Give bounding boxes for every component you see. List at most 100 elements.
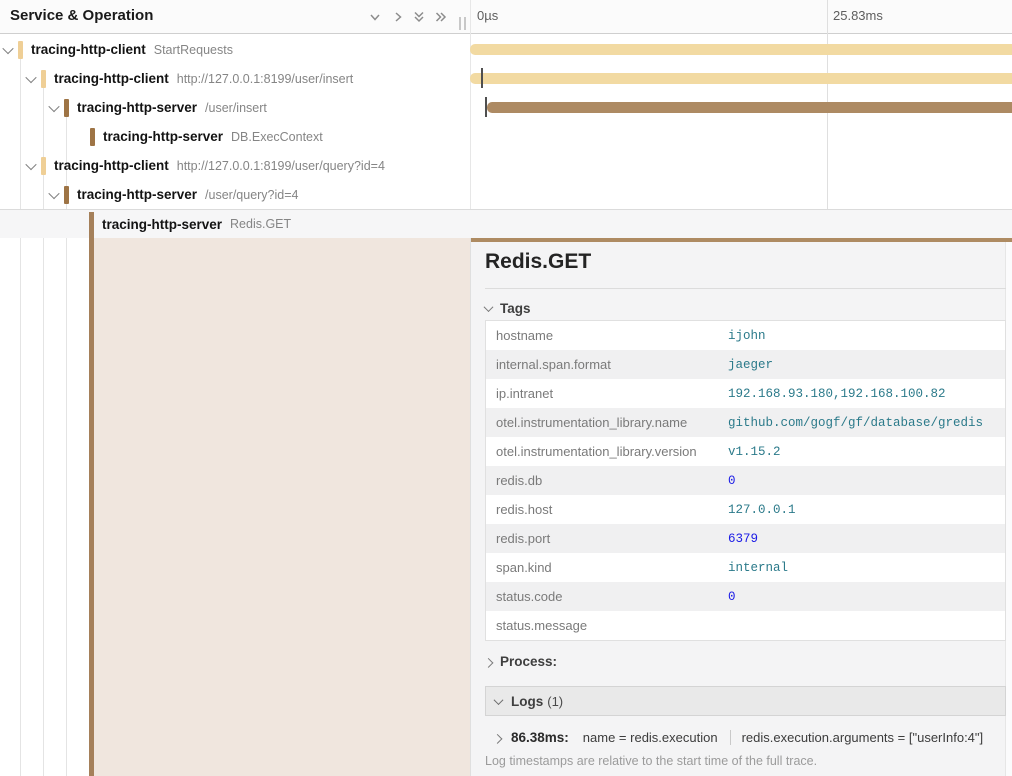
service-name: tracing-http-server (103, 129, 223, 144)
chevron-down-icon (494, 695, 504, 705)
span-row-db-execcontext[interactable]: tracing-http-server DB.ExecContext (0, 122, 1012, 151)
service-name: tracing-http-client (54, 158, 169, 173)
process-section-header[interactable]: Process: (485, 652, 557, 670)
tag-row: internal.span.format jaeger (486, 350, 1005, 379)
chevron-right-icon (484, 657, 494, 667)
tag-key: redis.port (486, 531, 728, 546)
chevron-down-icon[interactable] (27, 161, 35, 171)
span-bar (470, 73, 1012, 84)
tag-row: ip.intranet 192.168.93.180,192.168.100.8… (486, 379, 1005, 408)
operation-name: StartRequests (154, 43, 233, 57)
tag-row: hostname ijohn (486, 321, 1005, 350)
span-row-server-insert[interactable]: tracing-http-server /user/insert (0, 93, 1012, 122)
service-operation-title: Service & Operation (10, 7, 153, 24)
chevron-down-icon[interactable] (27, 74, 35, 84)
span-color-bar (41, 70, 46, 88)
ruler-tick-0: 0µs (477, 8, 498, 23)
operation-name: /user/insert (205, 101, 267, 115)
span-color-bar (64, 99, 69, 117)
tag-key: span.kind (486, 560, 728, 575)
logs-footnote: Log timestamps are relative to the start… (485, 754, 817, 768)
collapse-all-icon[interactable] (412, 10, 426, 24)
span-row-client-insert[interactable]: tracing-http-client http://127.0.0.1:819… (0, 64, 1012, 93)
span-tree-header: Service & Operation (0, 0, 470, 34)
tag-value: 192.168.93.180,192.168.100.82 (728, 387, 946, 401)
chevron-down-icon[interactable] (50, 103, 58, 113)
tag-key: internal.span.format (486, 357, 728, 372)
chevron-right-icon (493, 733, 503, 743)
service-name: tracing-http-server (77, 100, 197, 115)
tag-value: jaeger (728, 358, 773, 372)
tag-key: hostname (486, 328, 728, 343)
tag-key: status.code (486, 589, 728, 604)
tag-key: redis.db (486, 473, 728, 488)
tag-row: redis.host 127.0.0.1 (486, 495, 1005, 524)
span-detail-panel: Redis.GET Tags hostname ijohn internal.s… (470, 238, 1012, 776)
span-detail-title: Redis.GET (485, 250, 591, 274)
service-name: tracing-http-client (31, 42, 146, 57)
tag-row: span.kind internal (486, 553, 1005, 582)
span-row-client-query[interactable]: tracing-http-client http://127.0.0.1:819… (0, 151, 1012, 180)
tags-label: Tags (500, 301, 531, 316)
child-span-tick (481, 68, 483, 88)
collapse-one-icon[interactable] (368, 10, 382, 24)
process-label: Process: (500, 654, 557, 669)
span-bar (487, 102, 1012, 113)
tag-value: ijohn (728, 329, 766, 343)
service-name: tracing-http-server (77, 187, 197, 202)
expand-all-icon[interactable] (434, 10, 448, 24)
tag-row: redis.db 0 (486, 466, 1005, 495)
tag-value: 0 (728, 474, 736, 488)
span-color-bar (90, 128, 95, 146)
tag-key: ip.intranet (486, 386, 728, 401)
span-accent-bar (471, 238, 1012, 242)
tag-key: otel.instrumentation_library.version (486, 444, 728, 459)
tag-value: v1.15.2 (728, 445, 781, 459)
operation-name: http://127.0.0.1:8199/user/query?id=4 (177, 159, 385, 173)
tag-row: redis.port 6379 (486, 524, 1005, 553)
logs-section-header[interactable]: Logs (1) (485, 686, 1006, 716)
chevron-down-icon[interactable] (50, 190, 58, 200)
ruler-tick-1: 25.83ms (833, 8, 883, 23)
chevron-down-icon[interactable] (4, 45, 12, 55)
tag-value: 0 (728, 590, 736, 604)
timeline-ruler: 0µs 25.83ms (470, 0, 1012, 34)
span-row-startrequests[interactable]: tracing-http-client StartRequests (0, 35, 1012, 64)
service-name: tracing-http-client (54, 71, 169, 86)
tags-section-header[interactable]: Tags (485, 299, 531, 317)
tag-key: redis.host (486, 502, 728, 517)
tag-row: status.message (486, 611, 1005, 640)
span-color-bar (64, 186, 69, 204)
logs-label: Logs (511, 694, 543, 709)
log-field-separator (730, 730, 731, 745)
span-row-server-query[interactable]: tracing-http-server /user/query?id=4 (0, 180, 1012, 209)
logs-count: (1) (547, 694, 563, 709)
tag-value: 6379 (728, 532, 758, 546)
operation-name: http://127.0.0.1:8199/user/insert (177, 72, 354, 86)
scrollbar-gutter[interactable] (1005, 242, 1012, 776)
tag-value: github.com/gogf/gf/database/gredis (728, 416, 983, 430)
tag-key: otel.instrumentation_library.name (486, 415, 728, 430)
operation-name: Redis.GET (230, 217, 291, 231)
log-field: redis.execution.arguments = ["userInfo:4… (742, 730, 984, 745)
tag-value: internal (728, 561, 788, 575)
trace-timeline-view: Service & Operation 0µs 25.83ms tracing-… (0, 0, 1012, 776)
span-color-bar (18, 41, 23, 59)
tag-row: otel.instrumentation_library.version v1.… (486, 437, 1005, 466)
chevron-down-icon (484, 302, 494, 312)
log-timestamp: 86.38ms: (511, 730, 569, 745)
operation-name: /user/query?id=4 (205, 188, 298, 202)
span-row-redis-get-selected[interactable]: tracing-http-server Redis.GET (0, 209, 1012, 238)
tag-row: otel.instrumentation_library.name github… (486, 408, 1005, 437)
tag-value: 127.0.0.1 (728, 503, 796, 517)
tags-table: hostname ijohn internal.span.format jaeg… (485, 320, 1006, 641)
log-entry-row[interactable]: 86.38ms: name = redis.execution redis.ex… (485, 722, 1006, 752)
expand-one-icon[interactable] (391, 10, 405, 24)
span-color-bar (41, 157, 46, 175)
log-field: name = redis.execution (583, 730, 718, 745)
selected-span-left-backdrop (94, 238, 470, 776)
span-bar (470, 44, 1012, 55)
column-resizer-handle[interactable] (459, 17, 467, 30)
child-span-tick (485, 97, 487, 117)
service-name: tracing-http-server (102, 217, 222, 232)
